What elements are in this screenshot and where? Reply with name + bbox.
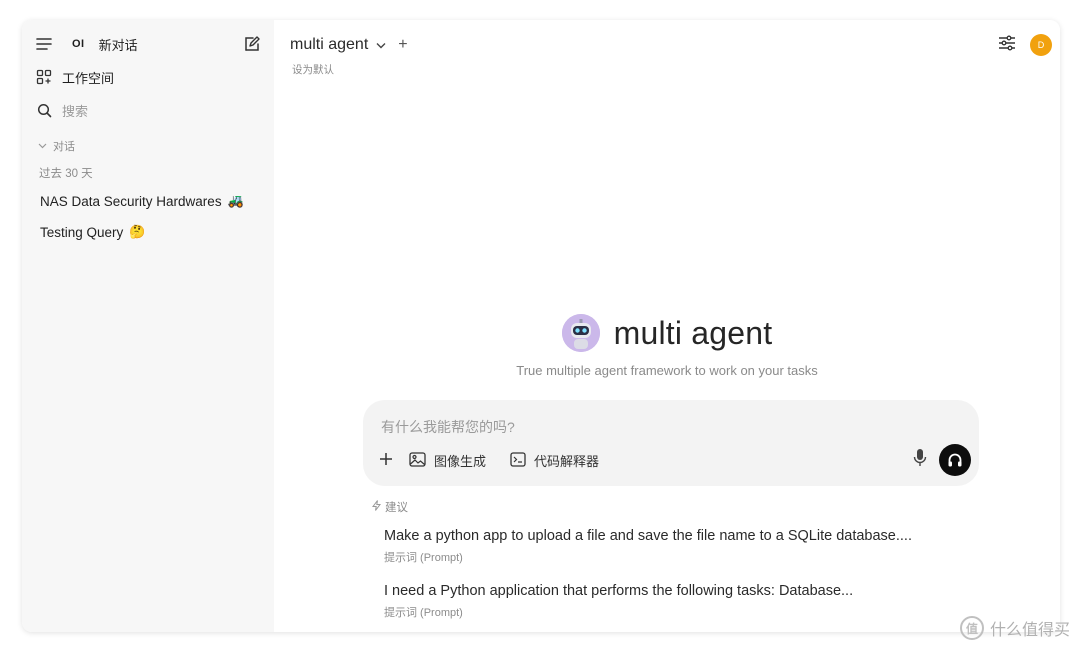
composer-tools: 图像生成 代码解释器	[379, 451, 599, 470]
suggestion-item[interactable]: Make a python app to upload a file and s…	[384, 528, 912, 565]
period-label: 过去 30 天	[39, 168, 93, 180]
message-composer: 有什么我能帮您的吗? 图像生成 代码解释器	[363, 400, 979, 486]
watermark-text: 什么值得买	[989, 622, 1070, 639]
suggestions-header: 建议	[372, 499, 408, 515]
watermark-badge: 值	[959, 616, 984, 640]
chat-list-item[interactable]: Testing Query 🤔	[40, 224, 145, 240]
suggestion-type: 提示词 (Prompt)	[384, 607, 463, 619]
user-avatar[interactable]: D	[1030, 34, 1052, 56]
model-selector[interactable]: multi agent +	[290, 36, 408, 54]
suggestion-type: 提示词 (Prompt)	[384, 552, 463, 564]
set-default-link[interactable]: 设为默认	[292, 62, 334, 77]
chat-emoji: 🤔	[129, 224, 146, 239]
image-generation-label: 图像生成	[434, 454, 487, 469]
voice-mode-button[interactable]	[939, 444, 971, 476]
suggestion-item[interactable]: I need a Python application that perform…	[384, 583, 853, 620]
add-model-icon[interactable]: +	[398, 36, 407, 54]
workspace-nav-item[interactable]: 工作空间	[34, 67, 114, 87]
hero-subtitle: True multiple agent framework to work on…	[516, 363, 818, 378]
microphone-icon[interactable]	[913, 448, 927, 473]
new-chat-edit-icon[interactable]	[242, 34, 262, 54]
watermark: 值 什么值得买	[959, 616, 1070, 640]
sidebar-top-bar: OI 新对话	[34, 34, 262, 54]
attach-plus-icon[interactable]	[379, 452, 393, 469]
main-panel: multi agent + 设为默认 D multi agent True mu…	[274, 20, 1060, 632]
suggestion-title: I need a Python application that perform…	[384, 583, 854, 599]
chats-section-label: 对话	[53, 141, 75, 153]
model-name: multi agent	[290, 36, 369, 53]
workspace-label: 工作空间	[62, 70, 115, 86]
robot-avatar-icon	[561, 314, 600, 352]
sidebar: OI 新对话 工作空间 搜索 对话 过去 30 天 NAS Data Secur…	[22, 20, 274, 632]
image-generation-button[interactable]: 图像生成	[409, 451, 486, 470]
chat-emoji: 🚜	[227, 193, 244, 208]
chats-section-toggle[interactable]: 对话	[38, 138, 75, 154]
menu-icon[interactable]	[34, 34, 54, 54]
app-window: OI 新对话 工作空间 搜索 对话 过去 30 天 NAS Data Secur…	[22, 20, 1060, 632]
search-icon	[34, 100, 54, 120]
suggestions-label: 建议	[385, 502, 408, 514]
controls-sliders-icon[interactable]	[998, 35, 1016, 56]
chat-title: Testing Query	[40, 224, 124, 240]
image-icon	[409, 451, 426, 470]
chevron-down-icon[interactable]	[376, 42, 386, 49]
code-interpreter-button[interactable]: 代码解释器	[510, 451, 599, 470]
chat-title: NAS Data Security Hardwares	[40, 193, 222, 209]
hero: multi agent	[274, 314, 1060, 352]
hero-title: multi agent	[613, 314, 773, 351]
sidebar-search[interactable]: 搜索	[34, 100, 88, 120]
search-input[interactable]: 搜索	[62, 101, 88, 120]
app-logo: OI	[72, 38, 85, 50]
composer-actions	[913, 444, 971, 476]
code-interpreter-label: 代码解释器	[534, 454, 600, 469]
lightning-icon	[372, 500, 381, 514]
suggestion-title: Make a python app to upload a file and s…	[384, 528, 912, 544]
chat-list-item[interactable]: NAS Data Security Hardwares 🚜	[40, 193, 244, 209]
terminal-icon	[510, 451, 526, 470]
headphones-icon	[948, 453, 962, 467]
header-controls: D	[998, 34, 1052, 56]
workspace-icon	[34, 67, 54, 87]
chevron-down-icon	[38, 140, 47, 152]
new-chat-label[interactable]: 新对话	[99, 35, 138, 54]
message-input[interactable]: 有什么我能帮您的吗?	[381, 417, 515, 437]
